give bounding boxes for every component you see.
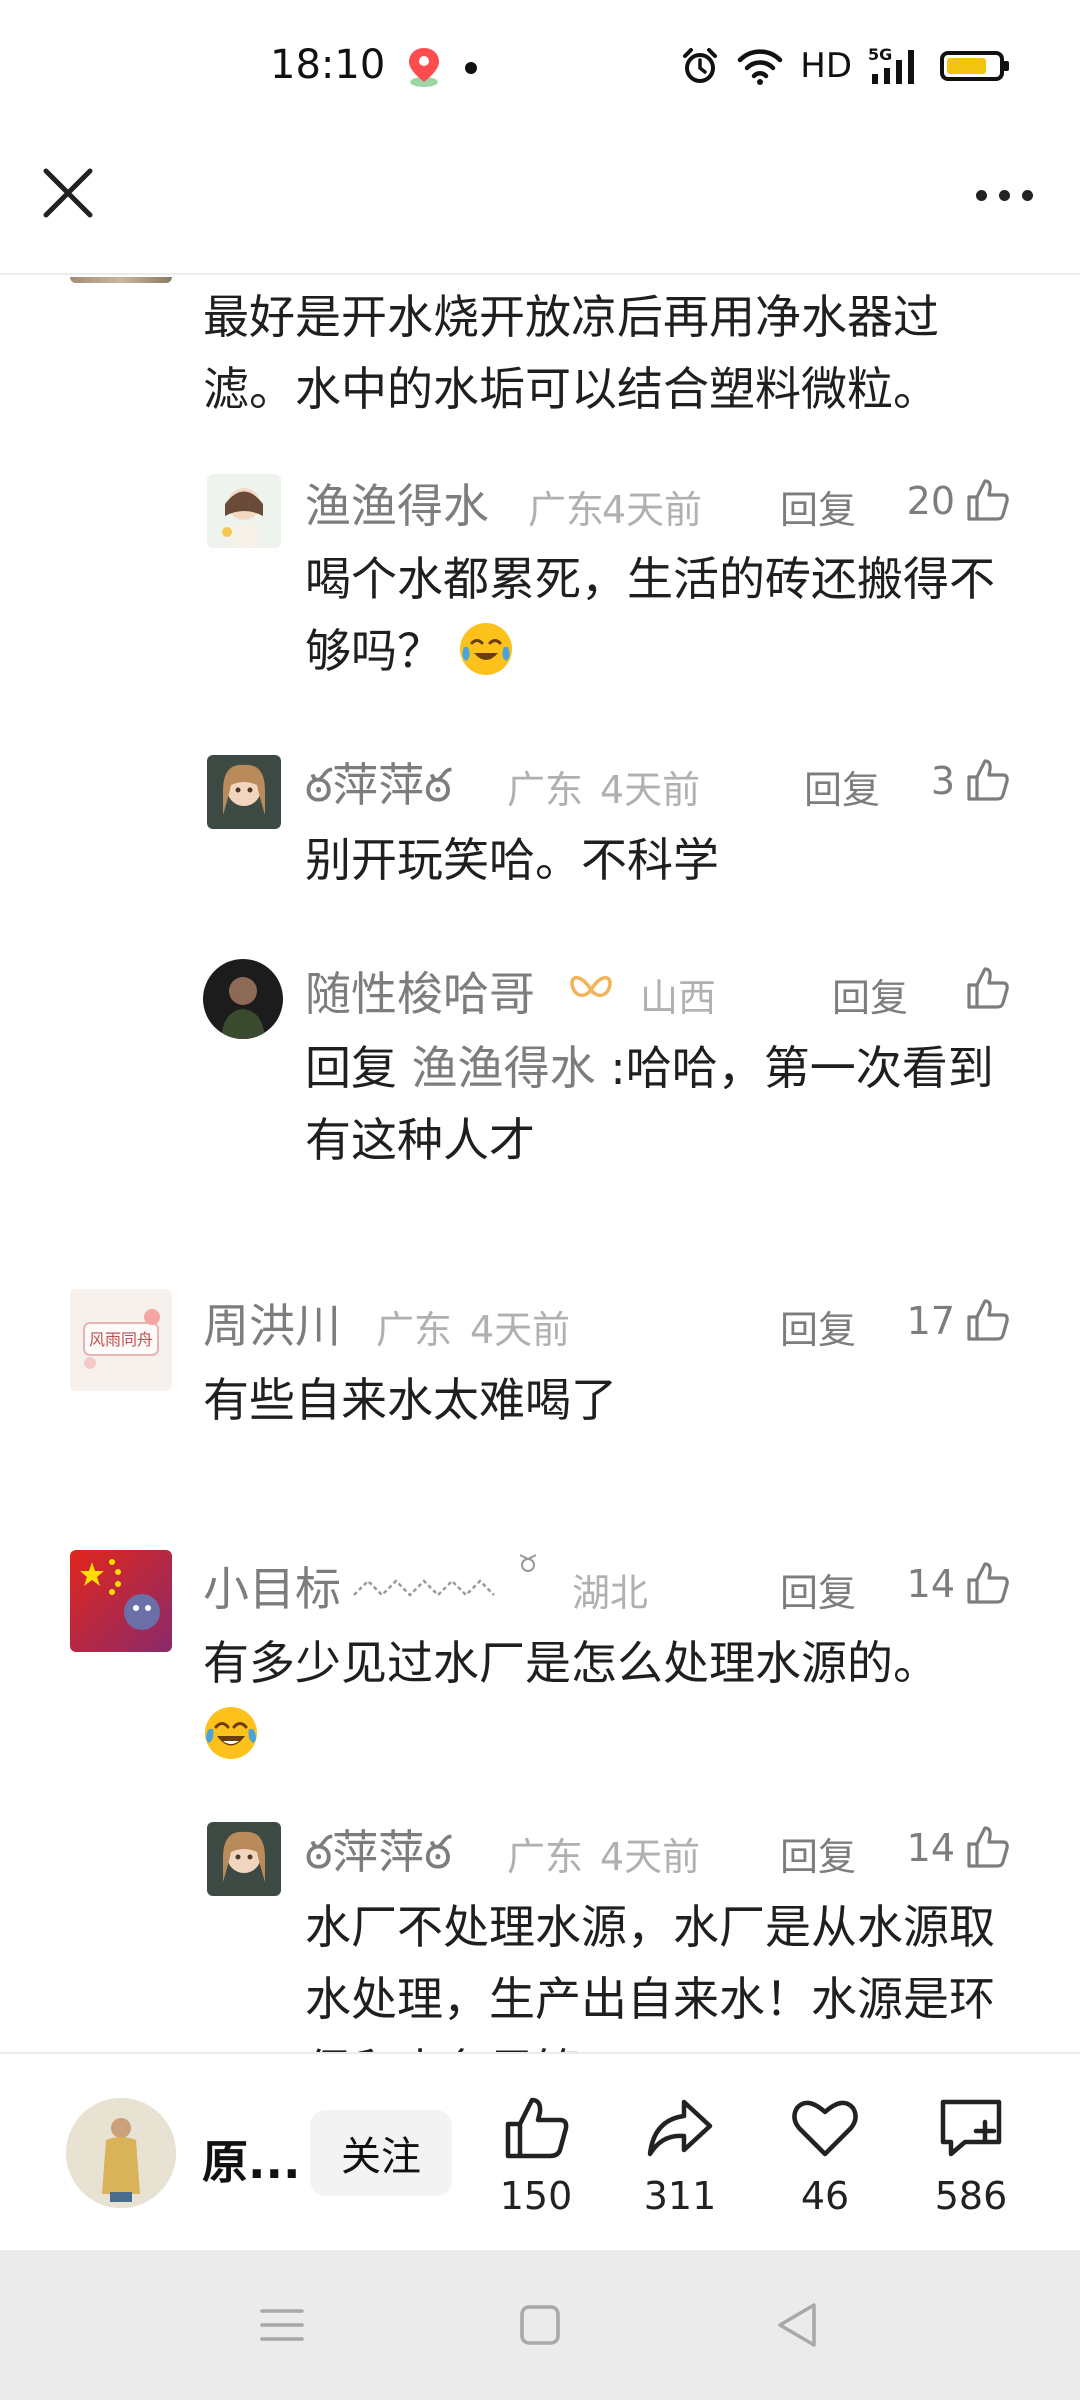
like-count: 14 [906,1826,955,1870]
status-time: 18:10 [270,42,386,88]
comment-text: 回复 渔渔得水 :哈哈，第一次看到有这种人才 [305,1032,1025,1176]
favorite-count: 46 [800,2174,850,2218]
reply-button[interactable]: 回复 [780,1826,856,1881]
comment-text-content: 喝个水都累死，生活的砖还搬得不够吗？ [305,552,995,678]
back-triangle-icon[interactable] [768,2295,828,2355]
heart-icon [792,2100,858,2157]
verified-badge-icon [570,975,612,997]
battery-icon [940,51,1009,81]
commenter-name[interactable]: 小目标 [203,1553,341,1619]
like-count: 20 [906,479,955,523]
avatar[interactable] [207,474,281,548]
comment-text-content: 有多少见过水厂是怎么处理水源的。 [203,1636,939,1690]
home-square-icon[interactable] [510,2295,570,2355]
wifi-icon [738,49,783,85]
signal-5g-icon: 5G [868,46,914,84]
comment-time: 4天前 [470,1308,571,1352]
comment-text: 有些自来水太难喝了 [203,1373,617,1427]
comment-list[interactable]: 最好是开水烧开放凉后再用净水器过滤。水中的水垢可以结合塑料微粒。 渔渔得水 广东… [0,277,1080,2052]
reply-prefix: 回复 [305,1041,397,1095]
avatar[interactable] [203,959,283,1039]
comment-location: 广东 [507,768,584,812]
system-nav-bar [0,2250,1080,2400]
comment-location: 广东 [376,1308,453,1352]
reply-button[interactable]: 回复 [780,1299,856,1354]
like-count: 150 [499,2174,573,2218]
network-hd-label: HD [800,46,852,86]
comment-location: 山西 [640,976,717,1020]
thumbs-up-icon [505,2097,569,2159]
thumbs-up-icon[interactable] [965,757,1011,803]
avatar[interactable] [207,1822,281,1896]
avatar[interactable] [70,277,172,283]
commenter-name[interactable]: 随性梭哈哥 [305,958,535,1024]
like-count: 17 [906,1299,955,1343]
alarm-icon [683,48,718,83]
decorative-wave-icon [353,1554,537,1597]
map-pin-icon [409,48,439,87]
comment-text: 水厂不处理水源，水厂是从水源取水处理，生产出自来水！水源是环保和水务局管 [305,1900,995,2052]
avatar[interactable] [70,1550,172,1652]
like-action[interactable]: 150 [476,2092,596,2232]
commenter-name[interactable]: ఠ萍萍ఠ [305,1816,452,1891]
comment-location: 湖北 [572,1571,649,1615]
share-action[interactable]: 311 [620,2092,740,2232]
tears-of-joy-emoji [205,1707,257,1759]
like-count: 3 [930,759,955,803]
comment-text-content: :哈哈，第一次看到有这种人才 [305,1041,994,1167]
comment-location: 广东 [507,1835,584,1879]
thumbs-up-icon[interactable] [965,1560,1011,1606]
thumbs-up-icon[interactable] [965,965,1011,1011]
comment-action[interactable]: 586 [911,2092,1031,2232]
reply-button[interactable]: 回复 [832,967,908,1022]
notification-dot [465,62,477,74]
reply-button[interactable]: 回复 [780,479,856,534]
bottom-action-bar: 原... 关注 150 311 46 586 [0,2052,1080,2250]
author-name[interactable]: 原... [202,2126,300,2192]
top-header [0,130,1080,275]
close-icon[interactable] [38,163,98,223]
crying-laughing-emoji [459,623,512,675]
thumbs-up-icon[interactable] [965,1297,1011,1343]
commenter-name[interactable]: 渔渔得水 [305,470,489,536]
thumbs-up-icon[interactable] [965,477,1011,523]
author-avatar[interactable] [66,2098,176,2208]
commenter-name[interactable]: 周洪川 [203,1290,341,1356]
comment-text: 喝个水都累死，生活的砖还搬得不够吗？ [305,543,1025,687]
like-count: 14 [906,1562,955,1606]
comment-text: 有多少见过水厂是怎么处理水源的。 [203,1627,1023,1771]
comment-time: 4天前 [600,1835,701,1879]
comment-time: 4天前 [600,768,701,812]
comment-add-icon [940,2099,1002,2157]
mention-link[interactable]: 渔渔得水 [412,1041,596,1095]
avatar[interactable] [207,755,281,829]
comment-text: 最好是开水烧开放凉后再用净水器过滤。水中的水垢可以结合塑料微粒。 [203,290,939,416]
reply-button[interactable]: 回复 [780,1562,856,1617]
reply-button[interactable]: 回复 [804,759,880,814]
avatar[interactable]: 风雨同舟 [70,1289,172,1391]
svg-text:风雨同舟: 风雨同舟 [89,1330,153,1349]
thumbs-up-icon[interactable] [965,1824,1011,1870]
comment-text: 别开玩笑哈。不科学 [305,833,719,887]
more-dot-icon [1021,189,1033,201]
share-count: 311 [643,2174,717,2218]
battery-level [947,58,987,74]
status-bar: 18:10 HD 5G [0,0,1080,130]
more-dot-icon [998,189,1010,201]
more-options-button[interactable] [964,170,1044,220]
svg-text:5G: 5G [868,46,892,64]
menu-icon[interactable] [252,2295,312,2355]
comment-location: 广东 [528,488,605,532]
comment-time: 4天前 [602,488,703,532]
more-dot-icon [975,189,987,201]
comment-count: 586 [934,2174,1008,2218]
follow-button[interactable]: 关注 [310,2110,452,2196]
commenter-name[interactable]: ఠ萍萍ఠ [305,749,452,824]
status-icons: HD 5G [680,44,1009,88]
share-icon [647,2099,713,2157]
favorite-action[interactable]: 46 [765,2092,885,2232]
